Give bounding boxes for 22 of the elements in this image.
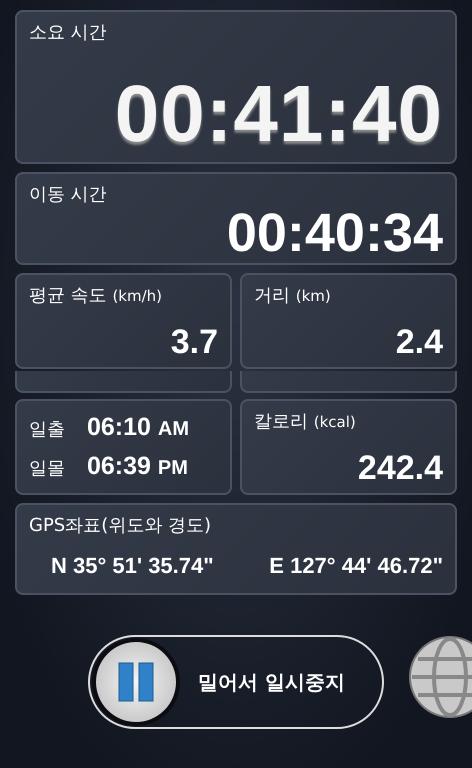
card-label: 이동 시간 bbox=[29, 183, 108, 206]
pause-slider[interactable]: 밀어서 일시중지 bbox=[88, 635, 384, 729]
card-label: 평균 속도 (km/h) bbox=[29, 284, 164, 307]
stat-value: 3.7 bbox=[170, 325, 218, 359]
sun-time: 06:39 PM bbox=[87, 452, 188, 481]
calorie-value: 242.4 bbox=[356, 451, 443, 485]
card-label: 소요 시간 bbox=[29, 21, 108, 44]
sun-label: 일몰 bbox=[29, 457, 65, 480]
card-label: 칼로리 (kcal) bbox=[254, 410, 357, 433]
sun-time: 06:10 AM bbox=[87, 413, 189, 442]
moving-time: 00:40:34 bbox=[226, 206, 443, 260]
longitude: E 127° 44' 46.72" bbox=[269, 553, 443, 579]
slider-label: 밀어서 일시중지 bbox=[198, 668, 345, 696]
card-label: 거리 (km) bbox=[254, 284, 332, 307]
elapsed-time: 00:41:40 bbox=[114, 74, 443, 154]
slider-thumb[interactable] bbox=[92, 638, 180, 726]
latitude: N 35° 51' 35.74" bbox=[51, 553, 214, 579]
globe-icon[interactable] bbox=[408, 635, 472, 719]
stat-value: 2.4 bbox=[394, 325, 443, 359]
pause-icon bbox=[116, 660, 156, 704]
sun-label: 일출 bbox=[29, 418, 65, 441]
card-label: GPS좌표(위도와 경도) bbox=[29, 514, 212, 537]
